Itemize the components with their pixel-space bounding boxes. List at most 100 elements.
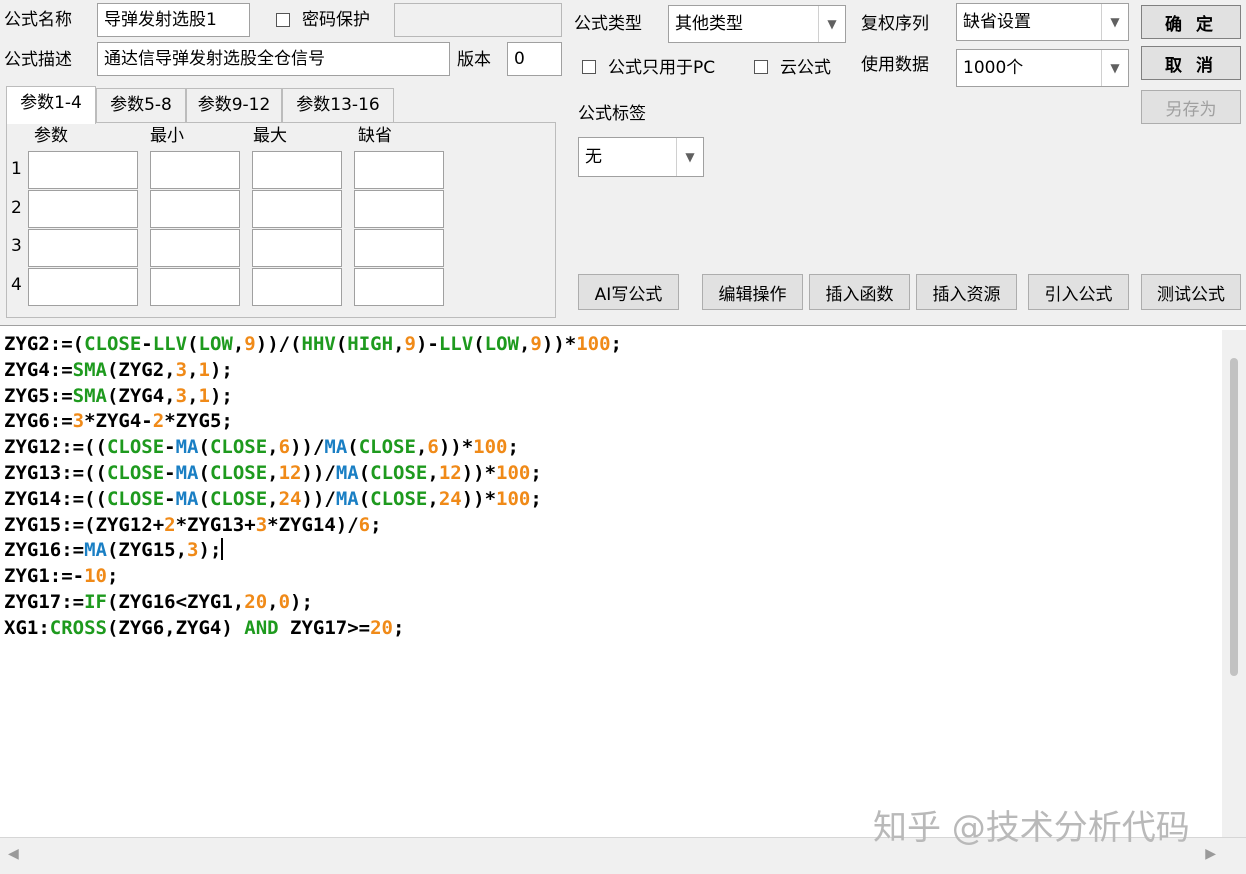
param-3-min-input[interactable] (150, 229, 240, 267)
watermark-text: 知乎 @技术分析代码 (873, 808, 1190, 848)
code-token: AND (244, 616, 279, 639)
version-input[interactable]: 0 (507, 42, 562, 76)
code-token: 1 (198, 384, 210, 407)
ok-button[interactable]: 确 定 (1141, 5, 1241, 39)
code-token: ); (209, 384, 233, 407)
code-token: CLOSE (209, 436, 268, 459)
code-token: ZYG14:=(( (4, 487, 107, 510)
param-1-max-input[interactable] (252, 151, 342, 189)
code-token: 6 (358, 513, 371, 536)
tag-select[interactable]: 无 ▼ (578, 137, 704, 177)
code-token: 3 (187, 539, 199, 562)
formula-type-select[interactable]: 其他类型 ▼ (668, 5, 846, 43)
use-data-select[interactable]: 1000个 ▼ (956, 49, 1129, 87)
param-2-min-input[interactable] (150, 190, 240, 228)
insert-function-button[interactable]: 插入函数 (809, 274, 910, 310)
code-token: 9 (530, 333, 542, 355)
code-token: ( (358, 487, 371, 510)
code-token: ))* (461, 487, 497, 510)
code-token: 3 (255, 513, 268, 536)
vertical-scrollbar[interactable] (1222, 330, 1246, 837)
param-1-default-input[interactable] (354, 151, 444, 189)
cloud-checkbox[interactable] (754, 60, 768, 74)
test-formula-button[interactable]: 测试公式 (1141, 274, 1241, 310)
code-line: XG1:CROSS(ZYG6,ZYG4) AND ZYG17>=20; (4, 616, 622, 642)
param-header-max: 最大 (253, 126, 287, 146)
code-token: ( (187, 333, 199, 355)
code-token: ); (209, 358, 233, 381)
edit-ops-button[interactable]: 编辑操作 (702, 274, 803, 310)
code-token: CLOSE (84, 333, 142, 355)
insert-resource-button[interactable]: 插入资源 (916, 274, 1017, 310)
param-row-label: 1 (11, 159, 22, 179)
triangle-left-icon[interactable]: ◀ (8, 846, 19, 862)
use-data-value: 1000个 (963, 58, 1024, 78)
formula-name-input[interactable]: 导弹发射选股1 (97, 3, 250, 37)
code-token: LLV (438, 333, 474, 355)
code-line: ZYG4:=SMA(ZYG2,3,1); (4, 358, 622, 384)
code-token: - (141, 333, 153, 355)
code-token: 12 (438, 461, 462, 484)
formula-desc-input[interactable]: 通达信导弹发射选股全仓信号 (97, 42, 450, 76)
code-token: , (393, 333, 405, 355)
version-label: 版本 (457, 50, 491, 70)
code-line: ZYG2:=(CLOSE-LLV(LOW,9))/(HHV(HIGH,9)-LL… (4, 332, 622, 358)
param-1-name-input[interactable] (28, 151, 138, 189)
code-token: ZYG15:=(ZYG12+ (4, 513, 165, 536)
code-token: 100 (496, 461, 531, 484)
import-formula-button[interactable]: 引入公式 (1028, 274, 1129, 310)
pc-only-checkbox[interactable] (582, 60, 596, 74)
param-header-default: 缺省 (358, 126, 392, 146)
code-token: , (267, 590, 279, 613)
param-row-label: 4 (11, 275, 22, 295)
param-2-max-input[interactable] (252, 190, 342, 228)
code-editor[interactable]: ZYG2:=(CLOSE-LLV(LOW,9))/(HHV(HIGH,9)-LL… (0, 325, 1246, 838)
code-token: ZYG5:= (4, 384, 73, 407)
code-token: , (267, 487, 279, 510)
param-4-name-input[interactable] (28, 268, 138, 306)
param-4-default-input[interactable] (354, 268, 444, 306)
tab-params-5-8[interactable]: 参数5-8 (96, 88, 186, 122)
tab-params-1-4[interactable]: 参数1-4 (6, 86, 96, 124)
param-row-label: 3 (11, 236, 22, 256)
cancel-button[interactable]: 取 消 (1141, 46, 1241, 80)
rights-value: 缺省设置 (963, 12, 1031, 32)
code-token: , (187, 384, 199, 407)
code-token: ZYG16:= (4, 539, 85, 562)
code-line: ZYG5:=SMA(ZYG4,3,1); (4, 384, 622, 410)
ai-write-button[interactable]: AI写公式 (578, 274, 679, 310)
code-token: 24 (278, 487, 302, 510)
code-token: ( (198, 461, 210, 484)
param-2-name-input[interactable] (28, 190, 138, 228)
vertical-scroll-thumb[interactable] (1230, 358, 1238, 676)
param-3-default-input[interactable] (354, 229, 444, 267)
code-token: ))* (541, 333, 577, 355)
password-checkbox[interactable] (276, 13, 290, 27)
param-3-name-input[interactable] (28, 229, 138, 267)
rights-select[interactable]: 缺省设置 ▼ (956, 3, 1129, 41)
param-4-min-input[interactable] (150, 268, 240, 306)
code-token: , (518, 333, 531, 355)
code-token: ZYG2:=( (4, 333, 85, 355)
code-token: *ZYG4- (84, 410, 153, 433)
triangle-right-icon[interactable]: ▶ (1205, 846, 1216, 862)
code-line: ZYG6:=3*ZYG4-2*ZYG5; (4, 409, 622, 435)
code-token: CLOSE (106, 461, 165, 484)
code-token: - (164, 487, 176, 510)
param-4-max-input[interactable] (252, 268, 342, 306)
param-2-default-input[interactable] (354, 190, 444, 228)
password-input[interactable] (394, 3, 562, 37)
tab-params-9-12[interactable]: 参数9-12 (186, 88, 282, 122)
code-token: 2 (152, 410, 165, 433)
save-as-button[interactable]: 另存为 (1141, 90, 1241, 124)
code-token: IF (84, 590, 107, 613)
code-token: , (187, 358, 199, 381)
param-1-min-input[interactable] (150, 151, 240, 189)
code-token: *ZYG13+ (175, 513, 256, 536)
rights-label: 复权序列 (861, 14, 929, 34)
code-token: 20 (370, 616, 393, 639)
tab-params-13-16[interactable]: 参数13-16 (282, 88, 394, 122)
code-token: XG1: (4, 616, 50, 639)
param-3-max-input[interactable] (252, 229, 342, 267)
code-token: 24 (438, 487, 462, 510)
